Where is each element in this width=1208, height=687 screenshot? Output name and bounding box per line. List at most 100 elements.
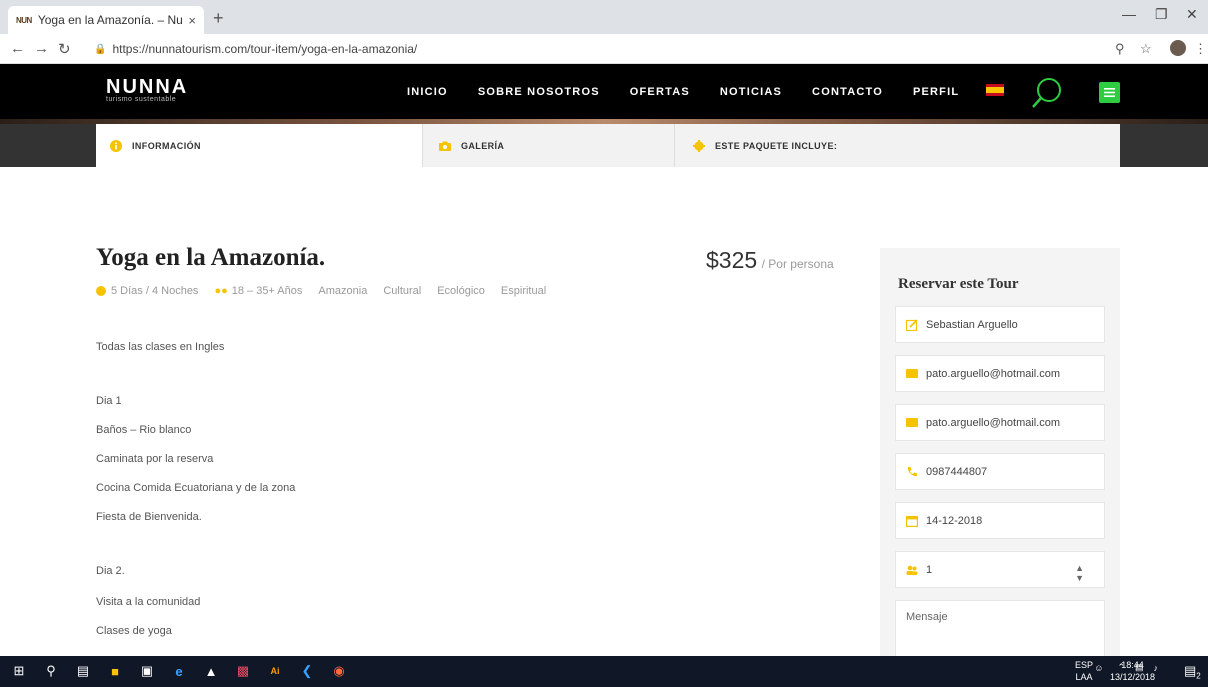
tour-meta: 5 Días / 4 Noches ●● 18 – 35+ Años Amazo…: [96, 285, 562, 297]
windows-start-icon[interactable]: ⊞: [10, 662, 28, 680]
gift-icon[interactable]: ▩: [234, 662, 252, 680]
nav-ofertas[interactable]: OFERTAS: [630, 86, 690, 98]
tab-galeria[interactable]: GALERÍA: [423, 124, 675, 167]
menu-icon: [1104, 88, 1115, 97]
camera-icon: [439, 141, 451, 151]
description-line: Caminata por la reserva: [96, 453, 214, 465]
nav-contacto[interactable]: CONTACTO: [812, 86, 883, 98]
tour-price: $325 / Por persona: [706, 247, 834, 274]
email-value: pato.arguello@hotmail.com: [926, 367, 1061, 380]
tour-tag[interactable]: Espiritual: [501, 285, 546, 297]
logo-tagline: turismo sustentable: [106, 96, 177, 103]
illustrator-icon[interactable]: Ai: [266, 662, 284, 680]
tour-title: Yoga en la Amazonía.: [96, 244, 326, 271]
booking-form: Reservar este Tour Sebastian Arguello pa…: [880, 248, 1120, 670]
tab-paquete-incluye[interactable]: ESTE PAQUETE INCLUYE:: [675, 124, 1120, 167]
store-icon[interactable]: ▣: [138, 662, 156, 680]
lock-icon: 🔒: [94, 43, 107, 55]
people-stepper[interactable]: 1 ▲ ▼: [895, 551, 1105, 588]
site-logo[interactable]: NUNNA turismo sustentable: [106, 76, 189, 103]
email-confirm-value: pato.arguello@hotmail.com: [926, 416, 1061, 429]
address-bar: ← → ↻ 🔒 https://nunnatourism.com/tour-it…: [0, 34, 1208, 64]
windows-taskbar: ⊞ ⚲ ▤ ■ ▣ e ▲ ▩ Ai ❮ ◉ ☺ ⌃ ▤ ♪ ESP LAA 1…: [0, 656, 1208, 687]
price-amount: $325: [706, 247, 758, 273]
edit-icon: [906, 318, 918, 331]
booking-title: Reservar este Tour: [898, 276, 1019, 292]
app-icon[interactable]: ▲: [202, 662, 220, 680]
logo-text: NUNNA: [106, 76, 189, 98]
edge-icon[interactable]: e: [170, 662, 188, 680]
info-icon: [110, 139, 122, 152]
notifications-icon[interactable]: ▤2: [1184, 663, 1201, 681]
people-icon: ●●: [214, 285, 228, 297]
clock-time: 18:44: [1121, 660, 1144, 670]
phone-icon: [907, 466, 917, 476]
site-header: NUNNA turismo sustentable INICIO SOBRE N…: [0, 64, 1208, 119]
calendar-icon: [906, 515, 918, 527]
bookmark-star-icon[interactable]: ☆: [1140, 41, 1152, 57]
tab-informacion[interactable]: INFORMACIÓN: [96, 124, 423, 167]
nav-sobre-nosotros[interactable]: SOBRE NOSOTROS: [478, 86, 600, 98]
description-line: Visita a la comunidad: [96, 596, 201, 608]
description-line: Todas las clases en Ingles: [96, 341, 225, 353]
profile-avatar[interactable]: [1170, 40, 1186, 56]
url-text: https://nunnatourism.com/tour-item/yoga-…: [112, 42, 418, 56]
email-confirm-field[interactable]: pato.arguello@hotmail.com: [895, 404, 1105, 441]
browser-menu-icon[interactable]: ⋮: [1194, 41, 1207, 57]
forward-icon[interactable]: →: [34, 40, 49, 57]
date-field[interactable]: 14-12-2018: [895, 502, 1105, 539]
lang-line-1: ESP: [1075, 660, 1094, 670]
envelope-icon: [906, 369, 918, 378]
people-icon: [906, 565, 918, 575]
minimize-icon[interactable]: —: [1122, 6, 1136, 22]
stepper-arrows-icon[interactable]: ▲ ▼: [1075, 563, 1084, 583]
name-value: Sebastian Arguello: [926, 318, 1018, 331]
description-line: Dia 1: [96, 395, 122, 407]
nav-inicio[interactable]: INICIO: [407, 86, 448, 98]
nav-noticias[interactable]: NOTICIAS: [720, 86, 782, 98]
chrome-icon[interactable]: ◉: [330, 662, 348, 680]
tour-tag[interactable]: Amazonia: [318, 285, 367, 297]
date-value: 14-12-2018: [926, 514, 983, 527]
description-line: Dia 2.: [96, 565, 125, 577]
main-nav: INICIO SOBRE NOSOTROS OFERTAS NOTICIAS C…: [392, 86, 974, 98]
lang-line-2: LAA: [1075, 672, 1093, 682]
name-field[interactable]: Sebastian Arguello: [895, 306, 1105, 343]
search-icon[interactable]: [1030, 76, 1064, 110]
notif-count: 2: [1196, 671, 1201, 681]
phone-field[interactable]: 0987444807: [895, 453, 1105, 490]
hamburger-menu-button[interactable]: [1099, 82, 1120, 103]
tour-tag[interactable]: Ecológico: [437, 285, 485, 297]
price-unit: / Por persona: [761, 257, 834, 271]
tab-title: Yoga en la Amazonía. – Nunna: [37, 13, 183, 27]
language-indicator[interactable]: ESP LAA: [1075, 659, 1093, 683]
window-close-icon[interactable]: ✕: [1186, 6, 1198, 23]
spanish-flag-icon[interactable]: [986, 84, 1004, 96]
description-line: Fiesta de Bienvenida.: [96, 511, 202, 523]
tab-close-icon[interactable]: ×: [188, 13, 196, 28]
tab-label: INFORMACIÓN: [132, 140, 201, 151]
tour-tag[interactable]: Cultural: [383, 285, 421, 297]
envelope-icon: [906, 418, 918, 427]
back-icon[interactable]: ←: [10, 40, 25, 57]
file-explorer-icon[interactable]: ■: [106, 662, 124, 680]
taskbar-clock[interactable]: 18:44 13/12/2018: [1110, 659, 1155, 683]
vscode-icon[interactable]: ❮: [298, 662, 316, 680]
clock-icon: [96, 286, 106, 296]
browser-tab[interactable]: NUN Yoga en la Amazonía. – Nunna ×: [8, 6, 204, 34]
restore-icon[interactable]: ❐: [1155, 6, 1168, 23]
people-tray-icon[interactable]: ☺: [1094, 663, 1103, 673]
url-field[interactable]: 🔒 https://nunnatourism.com/tour-item/yog…: [94, 38, 1104, 60]
taskbar-search-icon[interactable]: ⚲: [42, 662, 60, 680]
new-tab-icon[interactable]: +: [213, 8, 224, 29]
reload-icon[interactable]: ↻: [58, 40, 71, 58]
description-line: Baños – Rio blanco: [96, 424, 192, 436]
tour-duration: 5 Días / 4 Noches: [111, 285, 199, 297]
nav-perfil[interactable]: PERFIL: [913, 86, 959, 98]
key-icon[interactable]: ⚲: [1115, 41, 1125, 57]
email-field[interactable]: pato.arguello@hotmail.com: [895, 355, 1105, 392]
tour-tabs: INFORMACIÓN GALERÍA ESTE PAQUETE INCLUYE…: [96, 124, 1120, 167]
task-view-icon[interactable]: ▤: [74, 662, 92, 680]
phone-value: 0987444807: [926, 465, 988, 478]
favicon-icon: NUN: [16, 15, 32, 25]
